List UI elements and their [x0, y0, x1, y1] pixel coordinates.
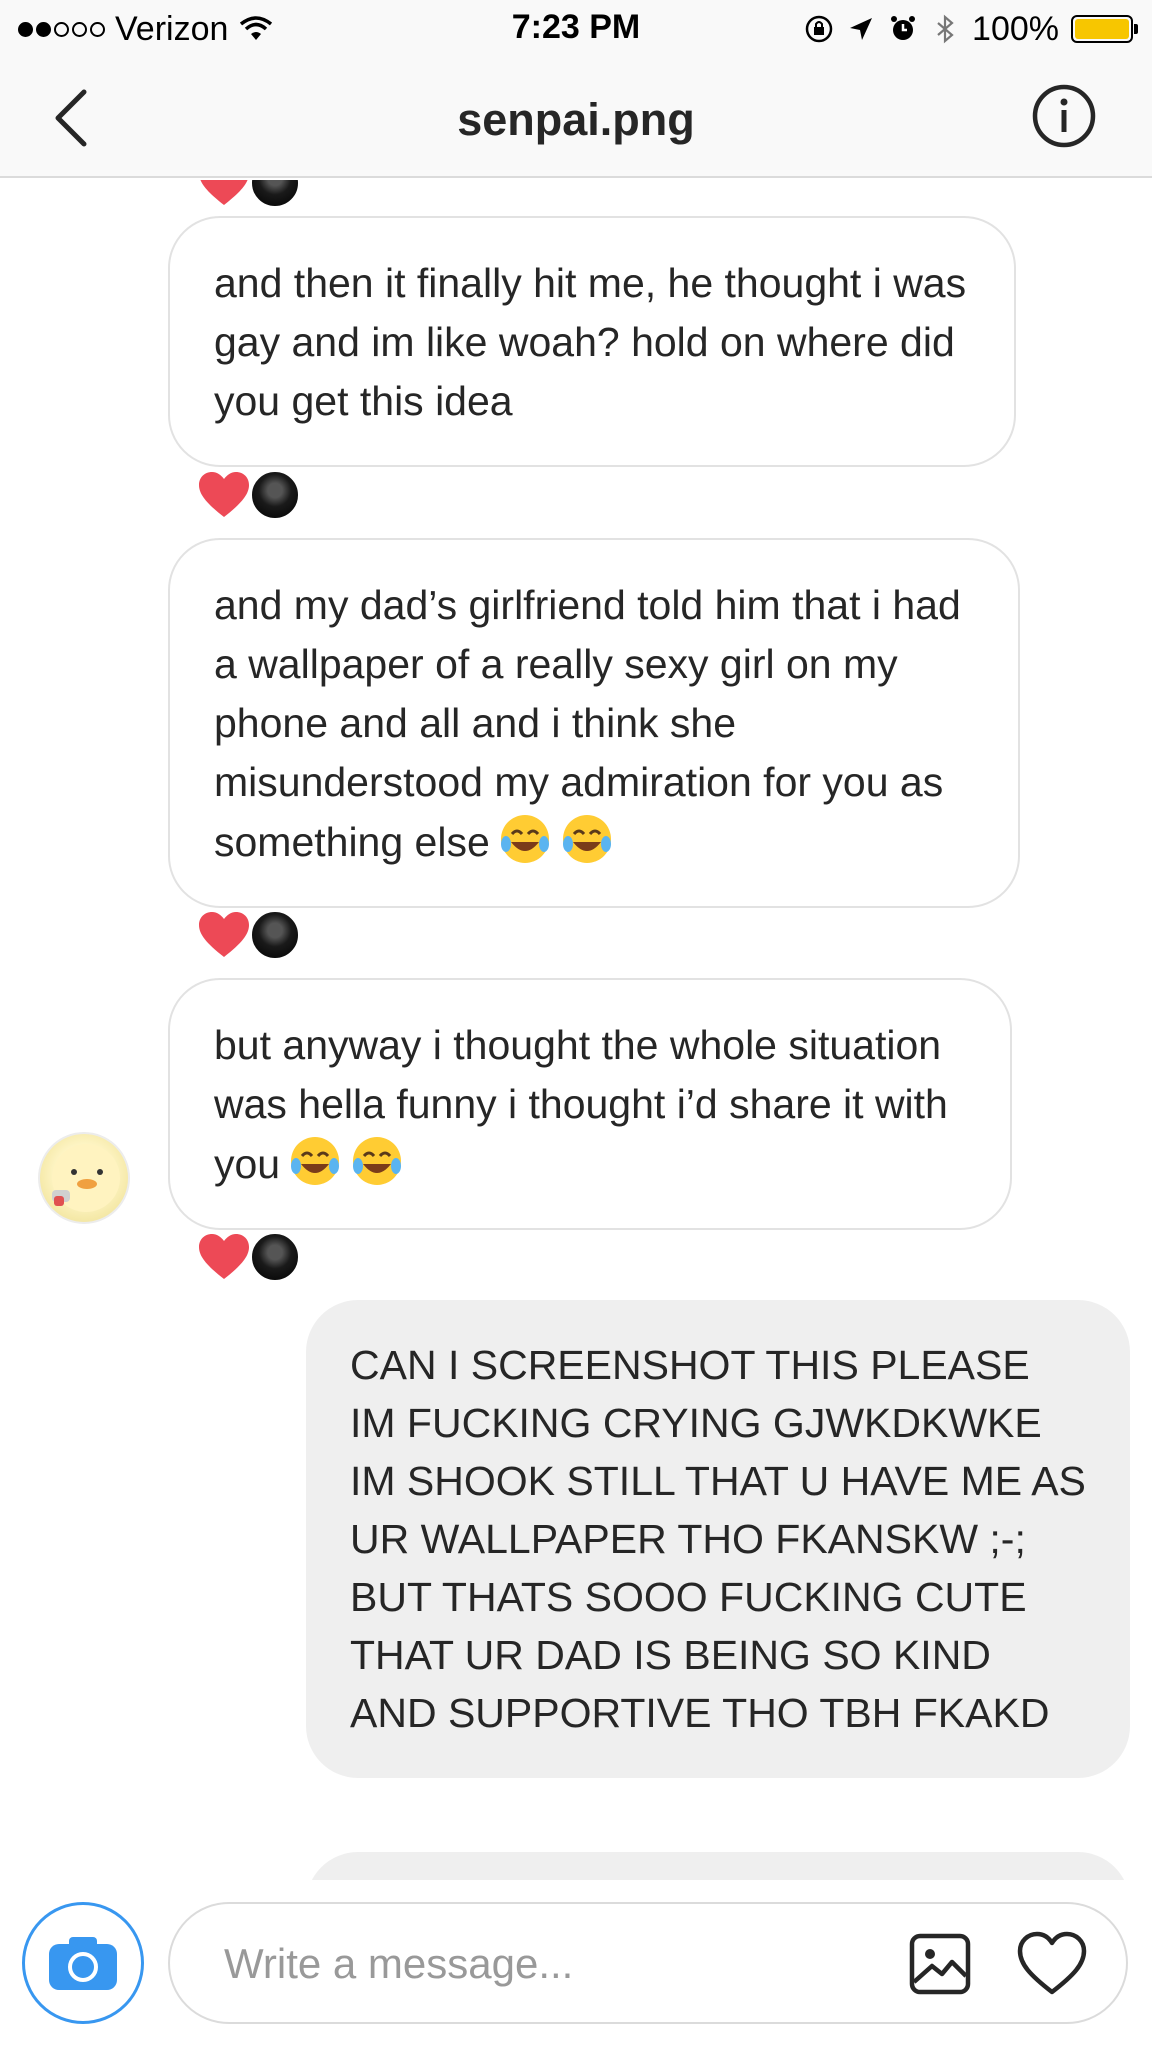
heart-icon[interactable] [1016, 1930, 1088, 1998]
laughing-emoji-pair [280, 1137, 404, 1187]
message-text: and then it finally hit me, he thought i… [214, 260, 967, 424]
duck-avatar-icon [52, 1144, 120, 1212]
orientation-lock-icon [805, 15, 833, 43]
message-reaction [196, 180, 300, 208]
heart-reaction-icon [199, 912, 249, 957]
outgoing-message[interactable] [306, 1852, 1130, 1880]
incoming-message[interactable]: and then it finally hit me, he thought i… [168, 216, 1016, 467]
tears-of-joy-icon [291, 1137, 340, 1185]
reactor-avatar [250, 470, 300, 520]
heart-reaction-icon [199, 1234, 249, 1279]
battery-icon [1071, 15, 1138, 43]
message-input[interactable] [224, 1924, 844, 2004]
message-reaction [196, 910, 300, 960]
outgoing-message[interactable]: CAN I SCREENSHOT THIS PLEASE IM FUCKING … [306, 1300, 1130, 1778]
camera-icon [49, 1937, 117, 1990]
reactor-avatar [250, 910, 300, 960]
camera-button[interactable] [22, 1902, 144, 2024]
battery-percent: 100% [972, 9, 1059, 48]
info-icon[interactable] [1032, 84, 1096, 148]
bluetooth-icon [937, 14, 954, 44]
sender-avatar[interactable] [38, 1132, 130, 1224]
reactor-avatar [250, 1232, 300, 1282]
heart-reaction-icon [200, 180, 248, 205]
incoming-message[interactable]: but anyway i thought the whole situation… [168, 978, 1012, 1230]
reactor-avatar [250, 180, 300, 208]
status-bar: Verizon 7:23 PM 100% [0, 0, 1152, 58]
message-composer [0, 1880, 1152, 2048]
heart-reaction-icon [199, 472, 249, 517]
incoming-message[interactable]: and my dad’s girlfriend told him that i … [168, 538, 1020, 908]
laughing-emoji-pair [490, 815, 614, 865]
conversation-title[interactable]: senpai.png [0, 94, 1152, 146]
message-text: CAN I SCREENSHOT THIS PLEASE IM FUCKING … [350, 1342, 1086, 1736]
message-reaction [196, 470, 300, 520]
conversation-header: senpai.png [0, 58, 1152, 178]
status-right: 100% [804, 10, 1138, 48]
message-reaction [196, 1232, 300, 1282]
tears-of-joy-icon [353, 1137, 402, 1185]
message-thread[interactable]: and then it finally hit me, he thought i… [0, 180, 1152, 1880]
location-arrow-icon [850, 18, 873, 40]
tears-of-joy-icon [500, 815, 549, 863]
alarm-icon [891, 16, 916, 40]
tears-of-joy-icon [562, 815, 611, 863]
message-field [168, 1902, 1128, 2024]
gallery-icon[interactable] [908, 1932, 972, 1996]
